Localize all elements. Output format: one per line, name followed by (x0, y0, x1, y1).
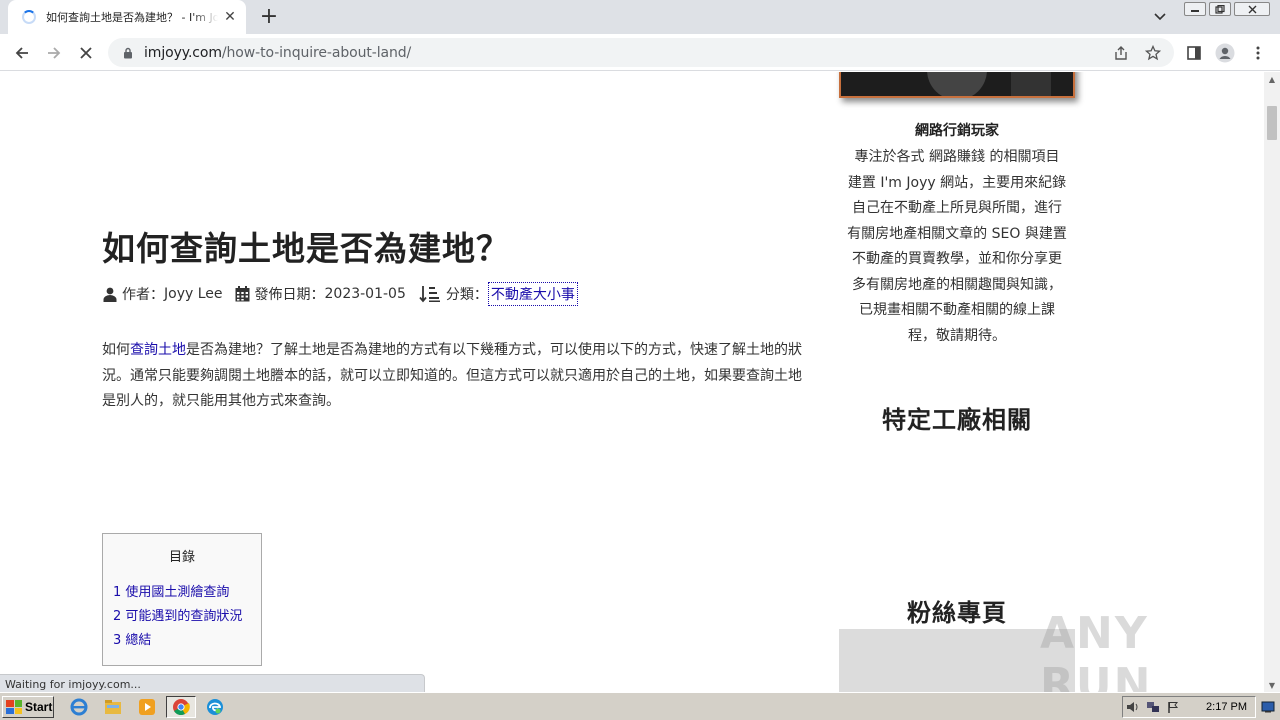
maximize-button[interactable] (1209, 2, 1231, 16)
sort-icon (418, 286, 442, 303)
close-icon (80, 47, 92, 59)
volume-icon[interactable] (1123, 699, 1143, 715)
author-bio-line: 專注於各式 網路賺錢 的相關項目 (854, 149, 1060, 165)
scroll-up-arrow-icon[interactable]: ▲ (1264, 72, 1280, 86)
anyrun-watermark: ANY RUN (1040, 608, 1153, 692)
table-of-contents: 目錄 1 使用國土測繪查詢 2 可能遇到的查詢狀況 3 總結 (102, 533, 262, 666)
share-icon[interactable] (1112, 44, 1130, 62)
author-value: Joyy Lee (164, 286, 223, 302)
show-desktop-icon[interactable] (1260, 697, 1276, 717)
action-center-flag-icon[interactable] (1163, 699, 1183, 715)
profile-button[interactable] (1213, 41, 1237, 65)
arrow-left-icon (15, 47, 28, 59)
stop-loading-button[interactable] (74, 41, 98, 65)
more-vertical-icon (1256, 46, 1260, 60)
author-bio-line: 程，敬請期待。 (908, 327, 1006, 344)
toc-title: 目錄 (168, 550, 195, 565)
url-text[interactable]: imjoyy.com/how-to-inquire-about-land/ (144, 45, 411, 61)
chevron-down-icon (1154, 13, 1166, 21)
tab-title: 如何查詢土地是否為建地？ - I'm Joyy (46, 11, 218, 24)
date-label: 發佈日期： (254, 287, 325, 303)
system-tray: 2:17 PM (1122, 696, 1256, 718)
author-bio-line: 有關房地產相關文章的 SEO 與建置 (847, 225, 1067, 242)
close-tab-icon[interactable]: ✕ (222, 9, 238, 25)
page-viewport: 網路行銷玩家 專注於各式 網路賺錢 的相關項目 建置 I'm Joyy 網站，主… (0, 72, 1264, 692)
toc-item-1[interactable]: 1 使用國土測繪查詢 (113, 581, 251, 605)
start-label: Start (25, 700, 53, 714)
new-tab-button[interactable]: + (258, 6, 280, 28)
category-label: 分類： (445, 287, 488, 303)
edge-taskbar-icon[interactable] (202, 696, 228, 718)
browser-toolbar: imjoyy.com/how-to-inquire-about-land/ (0, 34, 1280, 71)
browser-tab[interactable]: 如何查詢土地是否為建地？ - I'm Joyy ✕ (8, 0, 246, 34)
status-bubble: Waiting for imjoyy.com... (0, 674, 425, 692)
scrollbar-thumb[interactable] (1267, 106, 1277, 140)
inquire-land-link[interactable]: 查詢土地 (130, 342, 186, 358)
close-window-button[interactable] (1234, 2, 1270, 16)
back-button[interactable] (10, 41, 34, 65)
author-bio-line: 建置 I'm Joyy 網站，主要用來紀錄 (847, 174, 1067, 191)
network-icon[interactable] (1143, 699, 1163, 715)
url-path: /how-to-inquire-about-land/ (221, 44, 412, 61)
intro-text: 如何 (102, 342, 130, 358)
author-photo (839, 72, 1075, 98)
lock-icon[interactable] (120, 45, 136, 61)
menu-button[interactable] (1246, 41, 1270, 65)
chrome-taskbar-icon[interactable] (166, 696, 196, 718)
author-bio-line: 已規畫相關不動產相關的線上課 (859, 302, 1055, 318)
side-panel-icon (1187, 46, 1201, 60)
page-title: 如何查詢土地是否為建地？ (102, 229, 510, 268)
explorer-taskbar-icon[interactable] (100, 696, 126, 718)
tab-strip: 如何查詢土地是否為建地？ - I'm Joyy ✕ + (0, 0, 1280, 34)
author-name: 網路行銷玩家 (915, 123, 999, 139)
date-value: 2023-01-05 (324, 286, 406, 302)
article-intro: 如何查詢土地是否為建地？了解土地是否為建地的方式有以下幾種方式，可以使用以下的方… (102, 338, 802, 415)
tab-search-button[interactable] (1150, 8, 1170, 26)
toc-item-3[interactable]: 3 總結 (113, 629, 251, 653)
author-label: 作者： (122, 287, 164, 303)
author-bio-line: 不動產的買賣教學，並和你分享更 (852, 251, 1062, 267)
scroll-down-arrow-icon[interactable]: ▼ (1264, 678, 1280, 692)
clock[interactable]: 2:17 PM (1206, 701, 1247, 713)
ie-taskbar-icon[interactable] (66, 696, 92, 718)
bookmark-star-icon[interactable] (1144, 44, 1162, 62)
calendar-icon (235, 286, 251, 302)
minimize-button[interactable] (1184, 2, 1206, 16)
intro-text: 是否為建地？了解土地是否為建地的方式有以下幾種方式，可以使用以下的方式，快速了解… (102, 342, 802, 409)
widget-title-factory: 特定工廠相關 (882, 406, 1032, 434)
media-player-taskbar-icon[interactable] (134, 696, 160, 718)
loading-spinner-icon (22, 10, 36, 24)
windows-taskbar: Start 2:17 PM (0, 692, 1280, 720)
side-panel-button[interactable] (1182, 41, 1206, 65)
page-scrollbar[interactable]: ▲ ▼ (1264, 72, 1280, 692)
url-domain: imjoyy.com (144, 44, 222, 61)
arrow-right-icon (48, 47, 61, 59)
author-bio-line: 多有關房地產的相關趣聞與知識， (852, 276, 1062, 293)
author-bio-line: 自己在不動產上所見與所聞，進行 (852, 200, 1062, 216)
toc-item-2[interactable]: 2 可能遇到的查詢狀況 (113, 605, 251, 629)
forward-button[interactable] (42, 41, 66, 65)
start-button[interactable]: Start (2, 696, 54, 718)
category-link[interactable]: 不動產大小事 (487, 282, 578, 306)
address-bar[interactable]: imjoyy.com/how-to-inquire-about-land/ (108, 38, 1174, 67)
user-icon (102, 286, 118, 302)
windows-logo-icon (6, 700, 22, 714)
author-bio: 專注於各式 網路賺錢 的相關項目 建置 I'm Joyy 網站，主要用來紀錄 自… (839, 145, 1075, 349)
post-meta: 作者： Joyy Lee 發佈日期： 2023-01-05 分類： 不動產大小事 (102, 282, 578, 306)
avatar-icon (1215, 43, 1235, 63)
